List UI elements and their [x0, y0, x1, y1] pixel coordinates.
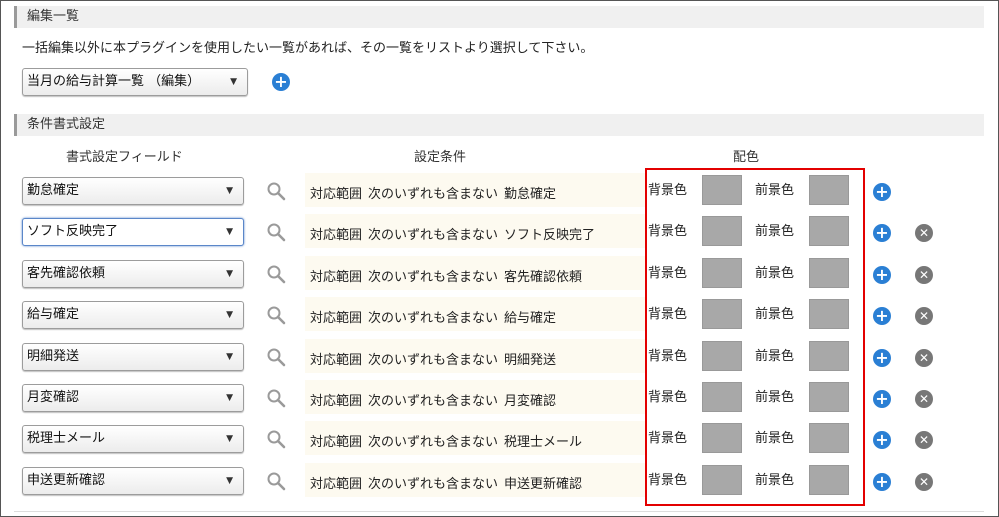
search-icon[interactable]: [266, 181, 286, 201]
operator-label: 次のいずれも含まない: [368, 270, 499, 285]
field-select-value: 勤怠確定: [27, 183, 80, 198]
view-select[interactable]: 当月の給与計算一覧 （編集） ▼: [22, 68, 248, 96]
field-select-value: 申送更新確認: [27, 473, 106, 488]
field-select[interactable]: 勤怠確定 ▼: [22, 177, 244, 205]
field-select-value: 客先確認依頼: [27, 266, 106, 281]
condition-text: 対応範囲 次のいずれも含まない 勤怠確定: [310, 183, 562, 202]
operator-label: 次のいずれも含まない: [368, 187, 499, 202]
add-row-plus-icon[interactable]: +: [873, 349, 891, 367]
chevron-down-icon: ▼: [226, 269, 233, 279]
field-select[interactable]: 申送更新確認 ▼: [22, 467, 244, 495]
cond-section-title: 条件書式設定: [27, 117, 106, 132]
condition-value: 申送更新確認: [504, 477, 583, 492]
remove-row-close-icon[interactable]: ✕: [915, 224, 933, 242]
add-row-plus-icon[interactable]: +: [873, 183, 891, 201]
condition-text: 対応範囲 次のいずれも含まない 税理士メール: [310, 431, 588, 450]
condition-text: 対応範囲 次のいずれも含まない ソフト反映完了: [310, 224, 601, 243]
scope-label: 対応範囲: [310, 311, 363, 326]
condition-value: ソフト反映完了: [504, 228, 596, 243]
column-header-field: 書式設定フィールド: [66, 150, 183, 165]
operator-label: 次のいずれも含まない: [368, 353, 499, 368]
field-select-value: 税理士メール: [27, 431, 106, 446]
search-icon[interactable]: [266, 305, 286, 325]
condition-text: 対応範囲 次のいずれも含まない 給与確定: [310, 307, 562, 326]
condition-value: 税理士メール: [504, 435, 583, 450]
list-section-description: 一括編集以外に本プラグインを使用したい一覧があれば、その一覧をリストより選択して…: [22, 41, 594, 56]
view-select-value: 当月の給与計算一覧 （編集）: [27, 74, 201, 89]
field-select[interactable]: 月変確認 ▼: [22, 384, 244, 412]
column-header-color: 配色: [733, 150, 760, 165]
condition-text: 対応範囲 次のいずれも含まない 客先確認依頼: [310, 266, 588, 285]
condition-value: 勤怠確定: [504, 187, 557, 202]
remove-row-close-icon[interactable]: ✕: [915, 307, 933, 325]
scope-label: 対応範囲: [310, 353, 363, 368]
search-icon[interactable]: [266, 429, 286, 449]
add-row-plus-icon[interactable]: +: [873, 390, 891, 408]
operator-label: 次のいずれも含まない: [368, 394, 499, 409]
cond-section-header: 条件書式設定: [14, 114, 984, 136]
chevron-down-icon: ▼: [226, 393, 233, 403]
chevron-down-icon: ▼: [226, 352, 233, 362]
condition-text: 対応範囲 次のいずれも含まない 明細発送: [310, 349, 562, 368]
field-select-value: 明細発送: [27, 349, 80, 364]
add-row-plus-icon[interactable]: +: [873, 307, 891, 325]
remove-row-close-icon[interactable]: ✕: [915, 266, 933, 284]
scope-label: 対応範囲: [310, 270, 363, 285]
operator-label: 次のいずれも含まない: [368, 228, 499, 243]
field-select[interactable]: 税理士メール ▼: [22, 425, 244, 453]
field-select[interactable]: 給与確定 ▼: [22, 301, 244, 329]
add-row-plus-icon[interactable]: +: [873, 224, 891, 242]
scope-label: 対応範囲: [310, 477, 363, 492]
operator-label: 次のいずれも含まない: [368, 311, 499, 326]
scope-label: 対応範囲: [310, 394, 363, 409]
field-select[interactable]: ソフト反映完了 ▼: [22, 218, 244, 246]
list-section-header: 編集一覧: [14, 6, 984, 28]
chevron-down-icon: ▼: [226, 227, 233, 237]
field-select-value: 月変確認: [27, 390, 80, 405]
field-select-value: ソフト反映完了: [27, 224, 119, 239]
add-row-plus-icon[interactable]: +: [873, 473, 891, 491]
remove-row-close-icon[interactable]: ✕: [915, 431, 933, 449]
search-icon[interactable]: [266, 388, 286, 408]
add-row-plus-icon[interactable]: +: [873, 266, 891, 284]
add-row-plus-icon[interactable]: +: [873, 431, 891, 449]
field-select-value: 給与確定: [27, 307, 80, 322]
chevron-down-icon: ▼: [226, 476, 233, 486]
scope-label: 対応範囲: [310, 187, 363, 202]
remove-row-close-icon[interactable]: ✕: [915, 349, 933, 367]
search-icon[interactable]: [266, 347, 286, 367]
operator-label: 次のいずれも含まない: [368, 477, 499, 492]
chevron-down-icon: ▼: [226, 434, 233, 444]
chevron-down-icon: ▼: [226, 186, 233, 196]
search-icon[interactable]: [266, 471, 286, 491]
column-header-condition: 設定条件: [414, 150, 467, 165]
color-highlight-box: [645, 168, 865, 506]
field-select[interactable]: 客先確認依頼 ▼: [22, 260, 244, 288]
remove-row-close-icon[interactable]: ✕: [915, 473, 933, 491]
field-select[interactable]: 明細発送 ▼: [22, 343, 244, 371]
add-view-plus-icon[interactable]: +: [272, 73, 290, 91]
condition-value: 月変確認: [504, 394, 557, 409]
scope-label: 対応範囲: [310, 228, 363, 243]
condition-value: 給与確定: [504, 311, 557, 326]
condition-value: 明細発送: [504, 353, 557, 368]
chevron-down-icon: ▼: [230, 77, 237, 87]
chevron-down-icon: ▼: [226, 310, 233, 320]
condition-text: 対応範囲 次のいずれも含まない 申送更新確認: [310, 473, 588, 492]
divider: [14, 511, 984, 517]
condition-text: 対応範囲 次のいずれも含まない 月変確認: [310, 390, 562, 409]
operator-label: 次のいずれも含まない: [368, 435, 499, 450]
scope-label: 対応範囲: [310, 435, 363, 450]
list-section-title: 編集一覧: [27, 9, 80, 24]
search-icon[interactable]: [266, 264, 286, 284]
search-icon[interactable]: [266, 222, 286, 242]
remove-row-close-icon[interactable]: ✕: [915, 390, 933, 408]
condition-value: 客先確認依頼: [504, 270, 583, 285]
